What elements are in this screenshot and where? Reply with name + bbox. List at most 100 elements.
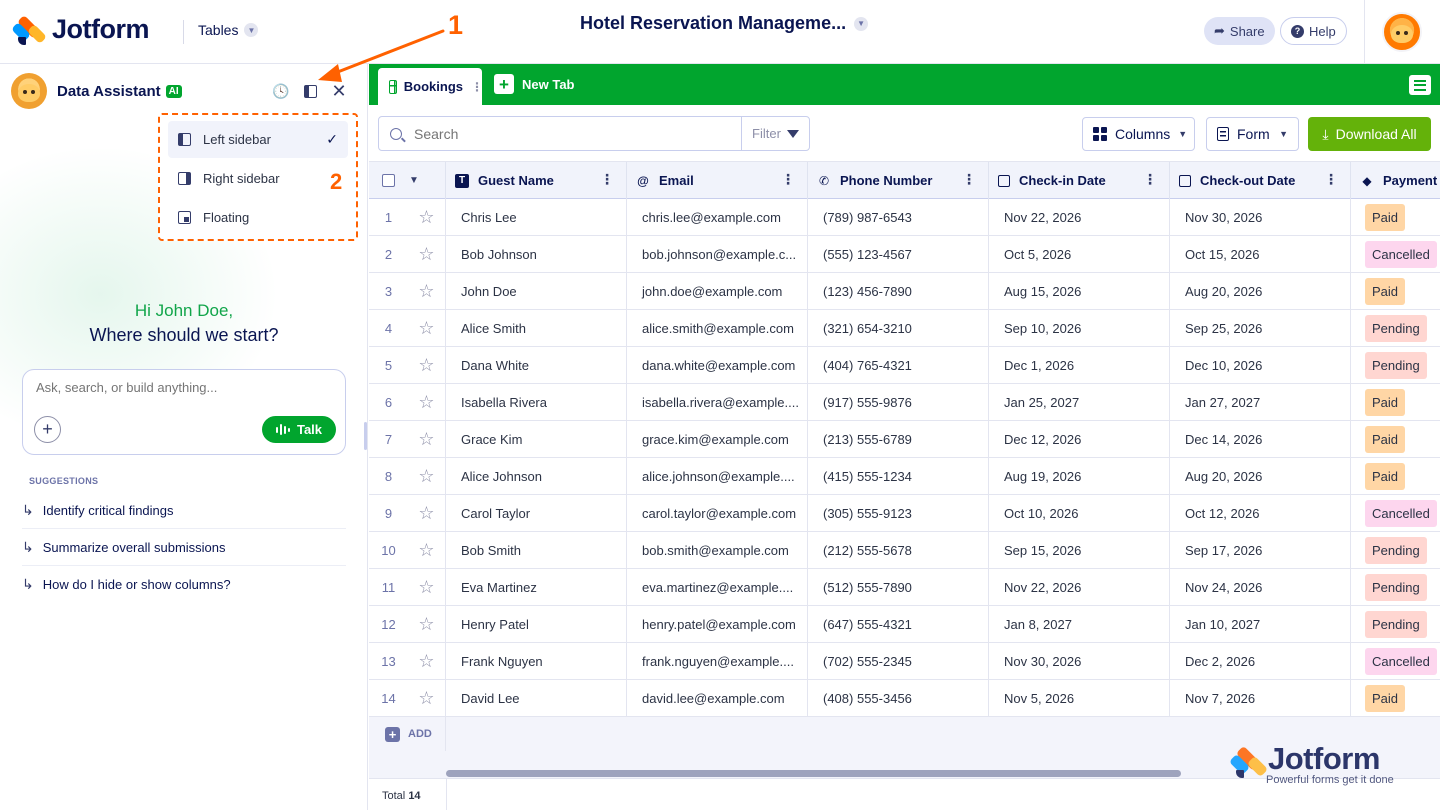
star-icon[interactable]: ☆ <box>408 532 446 569</box>
tab-options-icon[interactable]: ⋮ <box>471 80 483 94</box>
talk-button[interactable]: Talk <box>262 416 336 443</box>
cell-phone[interactable]: (415) 555-1234 <box>808 458 989 495</box>
column-menu-icon[interactable]: ⋮ <box>781 172 795 186</box>
cell-guest-name[interactable]: Eva Martinez <box>446 569 627 606</box>
table-row[interactable]: 4 ☆ Alice Smith alice.smith@example.com (321… <box>369 310 1440 347</box>
cell-phone[interactable]: (647) 555-4321 <box>808 606 989 643</box>
star-icon[interactable]: ☆ <box>408 458 446 495</box>
star-icon[interactable]: ☆ <box>408 643 446 680</box>
cell-check-out[interactable]: Sep 25, 2026 <box>1170 310 1351 347</box>
cell-check-out[interactable]: Nov 30, 2026 <box>1170 199 1351 236</box>
cell-payment-status[interactable]: Paid <box>1351 273 1440 310</box>
star-icon[interactable]: ☆ <box>408 606 446 643</box>
cell-check-in[interactable]: Jan 25, 2027 <box>989 384 1170 421</box>
cell-email[interactable]: bob.johnson@example.c... <box>627 236 808 273</box>
cell-check-out[interactable]: Oct 15, 2026 <box>1170 236 1351 273</box>
table-row[interactable]: 13 ☆ Frank Nguyen frank.nguyen@example....(… <box>369 643 1440 680</box>
table-row[interactable]: 10 ☆ Bob Smith bob.smith@example.com (212) 5… <box>369 532 1440 569</box>
panel-resize-handle[interactable] <box>364 422 367 450</box>
cell-guest-name[interactable]: John Doe <box>446 273 627 310</box>
table-row[interactable]: 6 ☆ Isabella Rivera isabella.rivera@example… <box>369 384 1440 421</box>
table-row[interactable]: 1 ☆ Chris Lee chris.lee@example.com (789) 98… <box>369 199 1440 236</box>
cell-check-in[interactable]: Sep 15, 2026 <box>989 532 1170 569</box>
history-icon[interactable]: 🕓 <box>272 82 290 100</box>
cell-payment-status[interactable]: Pending <box>1351 606 1440 643</box>
cell-email[interactable]: henry.patel@example.com <box>627 606 808 643</box>
cell-email[interactable]: bob.smith@example.com <box>627 532 808 569</box>
column-header-payment-status[interactable]: ◆ Payment S <box>1351 162 1440 199</box>
cell-guest-name[interactable]: Dana White <box>446 347 627 384</box>
star-icon[interactable]: ☆ <box>408 347 446 384</box>
cell-guest-name[interactable]: Bob Smith <box>446 532 627 569</box>
cell-email[interactable]: carol.taylor@example.com <box>627 495 808 532</box>
cell-payment-status[interactable]: Paid <box>1351 680 1440 717</box>
cell-check-in[interactable]: Aug 19, 2026 <box>989 458 1170 495</box>
table-row[interactable]: 11 ☆ Eva Martinez eva.martinez@example....(… <box>369 569 1440 606</box>
cell-guest-name[interactable]: Chris Lee <box>446 199 627 236</box>
cell-check-in[interactable]: Oct 10, 2026 <box>989 495 1170 532</box>
cell-phone[interactable]: (702) 555-2345 <box>808 643 989 680</box>
hamburger-menu-button[interactable] <box>1409 75 1431 95</box>
cell-check-out[interactable]: Jan 10, 2027 <box>1170 606 1351 643</box>
cell-payment-status[interactable]: Cancelled <box>1351 236 1440 273</box>
columns-button[interactable]: Columns ▼ <box>1082 117 1195 151</box>
cell-check-out[interactable]: Dec 14, 2026 <box>1170 421 1351 458</box>
cell-guest-name[interactable]: Carol Taylor <box>446 495 627 532</box>
cell-guest-name[interactable]: Frank Nguyen <box>446 643 627 680</box>
chat-input[interactable] <box>36 380 326 395</box>
cell-payment-status[interactable]: Cancelled <box>1351 643 1440 680</box>
table-row[interactable]: 12 ☆ Henry Patel henry.patel@example.com (64… <box>369 606 1440 643</box>
cell-guest-name[interactable]: Alice Johnson <box>446 458 627 495</box>
horizontal-scrollbar[interactable] <box>446 770 1181 777</box>
cell-phone[interactable]: (305) 555-9123 <box>808 495 989 532</box>
cell-email[interactable]: john.doe@example.com <box>627 273 808 310</box>
cell-check-out[interactable]: Dec 10, 2026 <box>1170 347 1351 384</box>
star-icon[interactable]: ☆ <box>408 680 446 717</box>
cell-email[interactable]: chris.lee@example.com <box>627 199 808 236</box>
cell-check-out[interactable]: Nov 7, 2026 <box>1170 680 1351 717</box>
cell-email[interactable]: david.lee@example.com <box>627 680 808 717</box>
column-header-check-out[interactable]: Check-out Date ⋮ <box>1170 162 1351 199</box>
jotform-logo[interactable]: Jotform <box>11 14 150 45</box>
new-tab-button[interactable]: + New Tab <box>494 74 575 94</box>
cell-payment-status[interactable]: Pending <box>1351 310 1440 347</box>
cell-guest-name[interactable]: Isabella Rivera <box>446 384 627 421</box>
cell-payment-status[interactable]: Pending <box>1351 347 1440 384</box>
cell-check-in[interactable]: Jan 8, 2027 <box>989 606 1170 643</box>
column-header-email[interactable]: @ Email ⋮ <box>627 162 808 199</box>
cell-guest-name[interactable]: Grace Kim <box>446 421 627 458</box>
star-icon[interactable]: ☆ <box>408 569 446 606</box>
cell-email[interactable]: isabella.rivera@example.... <box>627 384 808 421</box>
star-icon[interactable]: ☆ <box>408 310 446 347</box>
cell-phone[interactable]: (512) 555-7890 <box>808 569 989 606</box>
cell-phone[interactable]: (917) 555-9876 <box>808 384 989 421</box>
cell-phone[interactable]: (213) 555-6789 <box>808 421 989 458</box>
cell-phone[interactable]: (789) 987-6543 <box>808 199 989 236</box>
tab-bookings[interactable]: Bookings ⋮ <box>378 68 483 105</box>
column-menu-icon[interactable]: ⋮ <box>1324 172 1338 186</box>
column-header-phone[interactable]: ✆ Phone Number ⋮ <box>808 162 989 199</box>
document-title[interactable]: Hotel Reservation Manageme... ▼ <box>580 13 869 34</box>
cell-email[interactable]: dana.white@example.com <box>627 347 808 384</box>
cell-check-in[interactable]: Nov 30, 2026 <box>989 643 1170 680</box>
search-input[interactable] <box>414 125 734 142</box>
table-row[interactable]: 7 ☆ Grace Kim grace.kim@example.com (213) 55… <box>369 421 1440 458</box>
close-icon[interactable]: ✕ <box>330 81 348 101</box>
menu-item-floating[interactable]: Floating <box>168 199 348 236</box>
user-avatar[interactable] <box>1382 12 1422 52</box>
table-row[interactable]: 5 ☆ Dana White dana.white@example.com (404) … <box>369 347 1440 384</box>
cell-guest-name[interactable]: David Lee <box>446 680 627 717</box>
cell-payment-status[interactable]: Paid <box>1351 384 1440 421</box>
cell-phone[interactable]: (123) 456-7890 <box>808 273 989 310</box>
cell-check-out[interactable]: Nov 24, 2026 <box>1170 569 1351 606</box>
column-menu-icon[interactable]: ⋮ <box>1143 172 1157 186</box>
column-header-check-in[interactable]: Check-in Date ⋮ <box>989 162 1170 199</box>
suggestion-item[interactable]: ↳ Summarize overall submissions <box>22 529 346 566</box>
cell-guest-name[interactable]: Bob Johnson <box>446 236 627 273</box>
cell-phone[interactable]: (408) 555-3456 <box>808 680 989 717</box>
cell-phone[interactable]: (404) 765-4321 <box>808 347 989 384</box>
menu-item-right-sidebar[interactable]: Right sidebar <box>168 160 348 197</box>
cell-check-in[interactable]: Dec 1, 2026 <box>989 347 1170 384</box>
cell-check-out[interactable]: Aug 20, 2026 <box>1170 458 1351 495</box>
cell-check-out[interactable]: Sep 17, 2026 <box>1170 532 1351 569</box>
